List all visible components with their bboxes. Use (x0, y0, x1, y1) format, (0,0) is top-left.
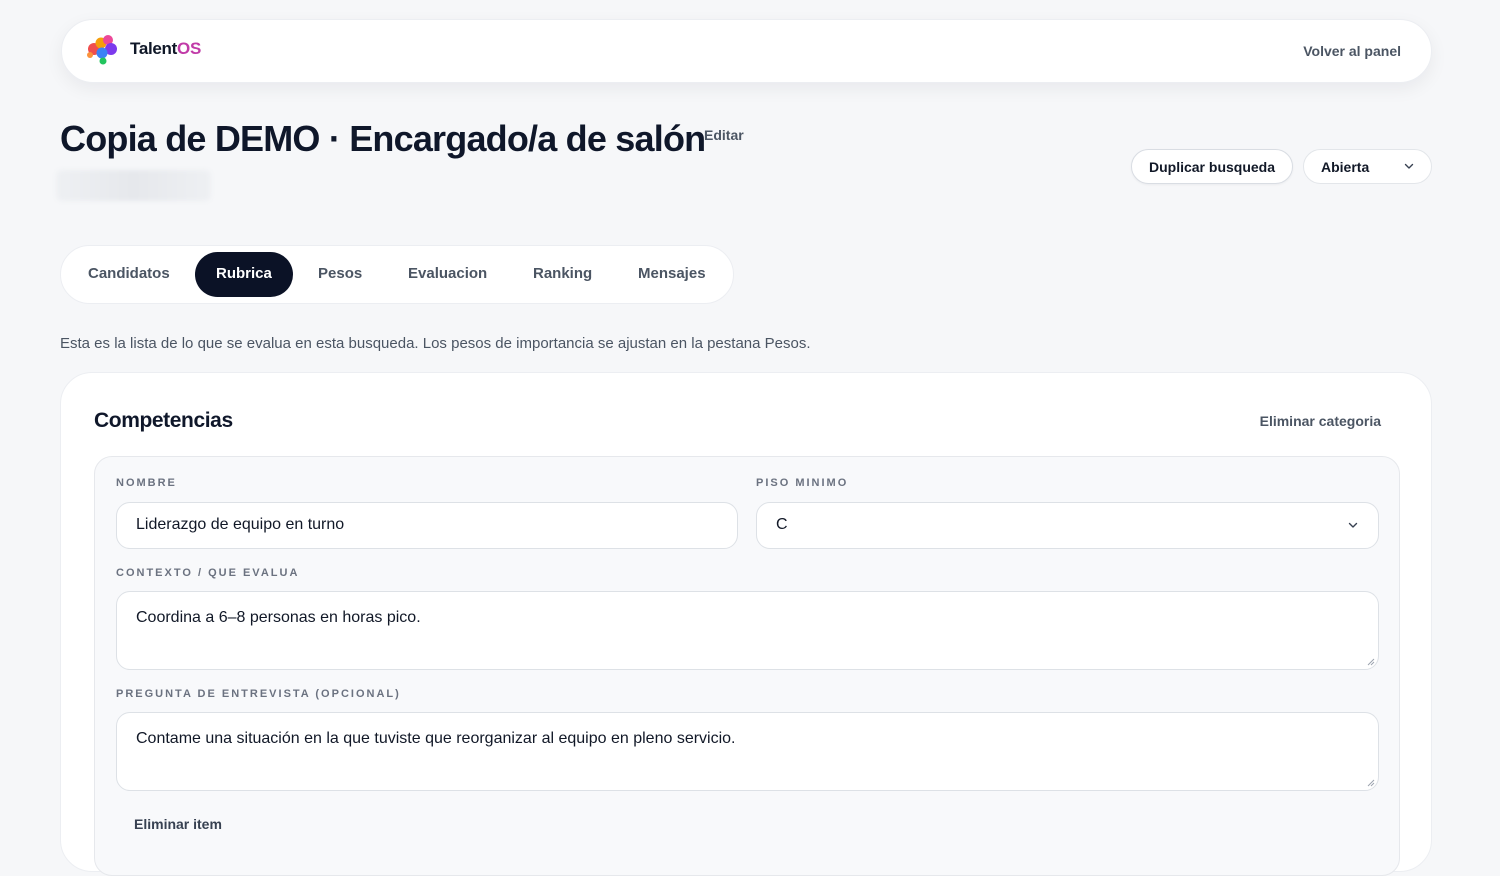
resize-grip-icon[interactable] (1366, 778, 1375, 787)
rubric-item: NOMBRE Liderazgo de equipo en turno PISO… (94, 456, 1400, 876)
floor-label: PISO MINIMO (756, 477, 849, 489)
talentos-logo-icon (87, 35, 117, 65)
delete-item-button[interactable]: Eliminar item (134, 816, 222, 832)
tab-mensajes[interactable]: Mensajes (617, 252, 727, 297)
category-card: Competencias Eliminar categoria NOMBRE L… (60, 372, 1432, 876)
tab-pesos[interactable]: Pesos (297, 252, 383, 297)
status-select-value: Abierta (1321, 159, 1370, 175)
status-select[interactable]: Abierta (1303, 149, 1432, 184)
chevron-down-icon (1404, 163, 1414, 169)
interview-question-textarea[interactable]: Contame una situación en la que tuviste … (116, 712, 1379, 791)
tab-evaluacion[interactable]: Evaluacion (387, 252, 508, 297)
tab-rubrica[interactable]: Rubrica (195, 252, 293, 297)
tab-ranking[interactable]: Ranking (512, 252, 613, 297)
floor-select[interactable]: C (756, 502, 1379, 549)
context-textarea[interactable]: Coordina a 6–8 personas en horas pico. (116, 591, 1379, 670)
question-label: PREGUNTA DE ENTREVISTA (OPCIONAL) (116, 688, 401, 700)
question-textarea-value: Contame una situación en la que tuviste … (136, 730, 736, 747)
page-title: Copia de DEMO · Encargado/a de salón (60, 118, 706, 159)
duplicate-search-button[interactable]: Duplicar busqueda (1131, 149, 1293, 184)
category-title: Competencias (94, 409, 233, 432)
chevron-down-icon (1348, 522, 1358, 528)
rubric-intro-text: Esta es la lista de lo que se evalua en … (60, 335, 811, 352)
name-label: NOMBRE (116, 477, 177, 489)
resize-grip-icon[interactable] (1366, 657, 1375, 666)
delete-category-button[interactable]: Eliminar categoria (1260, 413, 1381, 429)
tab-bar: Candidatos Rubrica Pesos Evaluacion Rank… (60, 245, 734, 304)
edit-title-link[interactable]: Editar (704, 127, 744, 143)
top-navigation-bar: TalentOS Volver al panel (61, 19, 1432, 83)
tab-candidatos[interactable]: Candidatos (67, 252, 191, 297)
blurred-subtitle (56, 170, 211, 201)
name-input[interactable]: Liderazgo de equipo en turno (116, 502, 738, 549)
context-label: CONTEXTO / QUE EVALUA (116, 567, 300, 579)
context-textarea-value: Coordina a 6–8 personas en horas pico. (136, 609, 421, 626)
back-to-dashboard-link[interactable]: Volver al panel (1303, 43, 1401, 59)
floor-select-value: C (776, 516, 788, 533)
brand-name: TalentOS (130, 39, 201, 58)
